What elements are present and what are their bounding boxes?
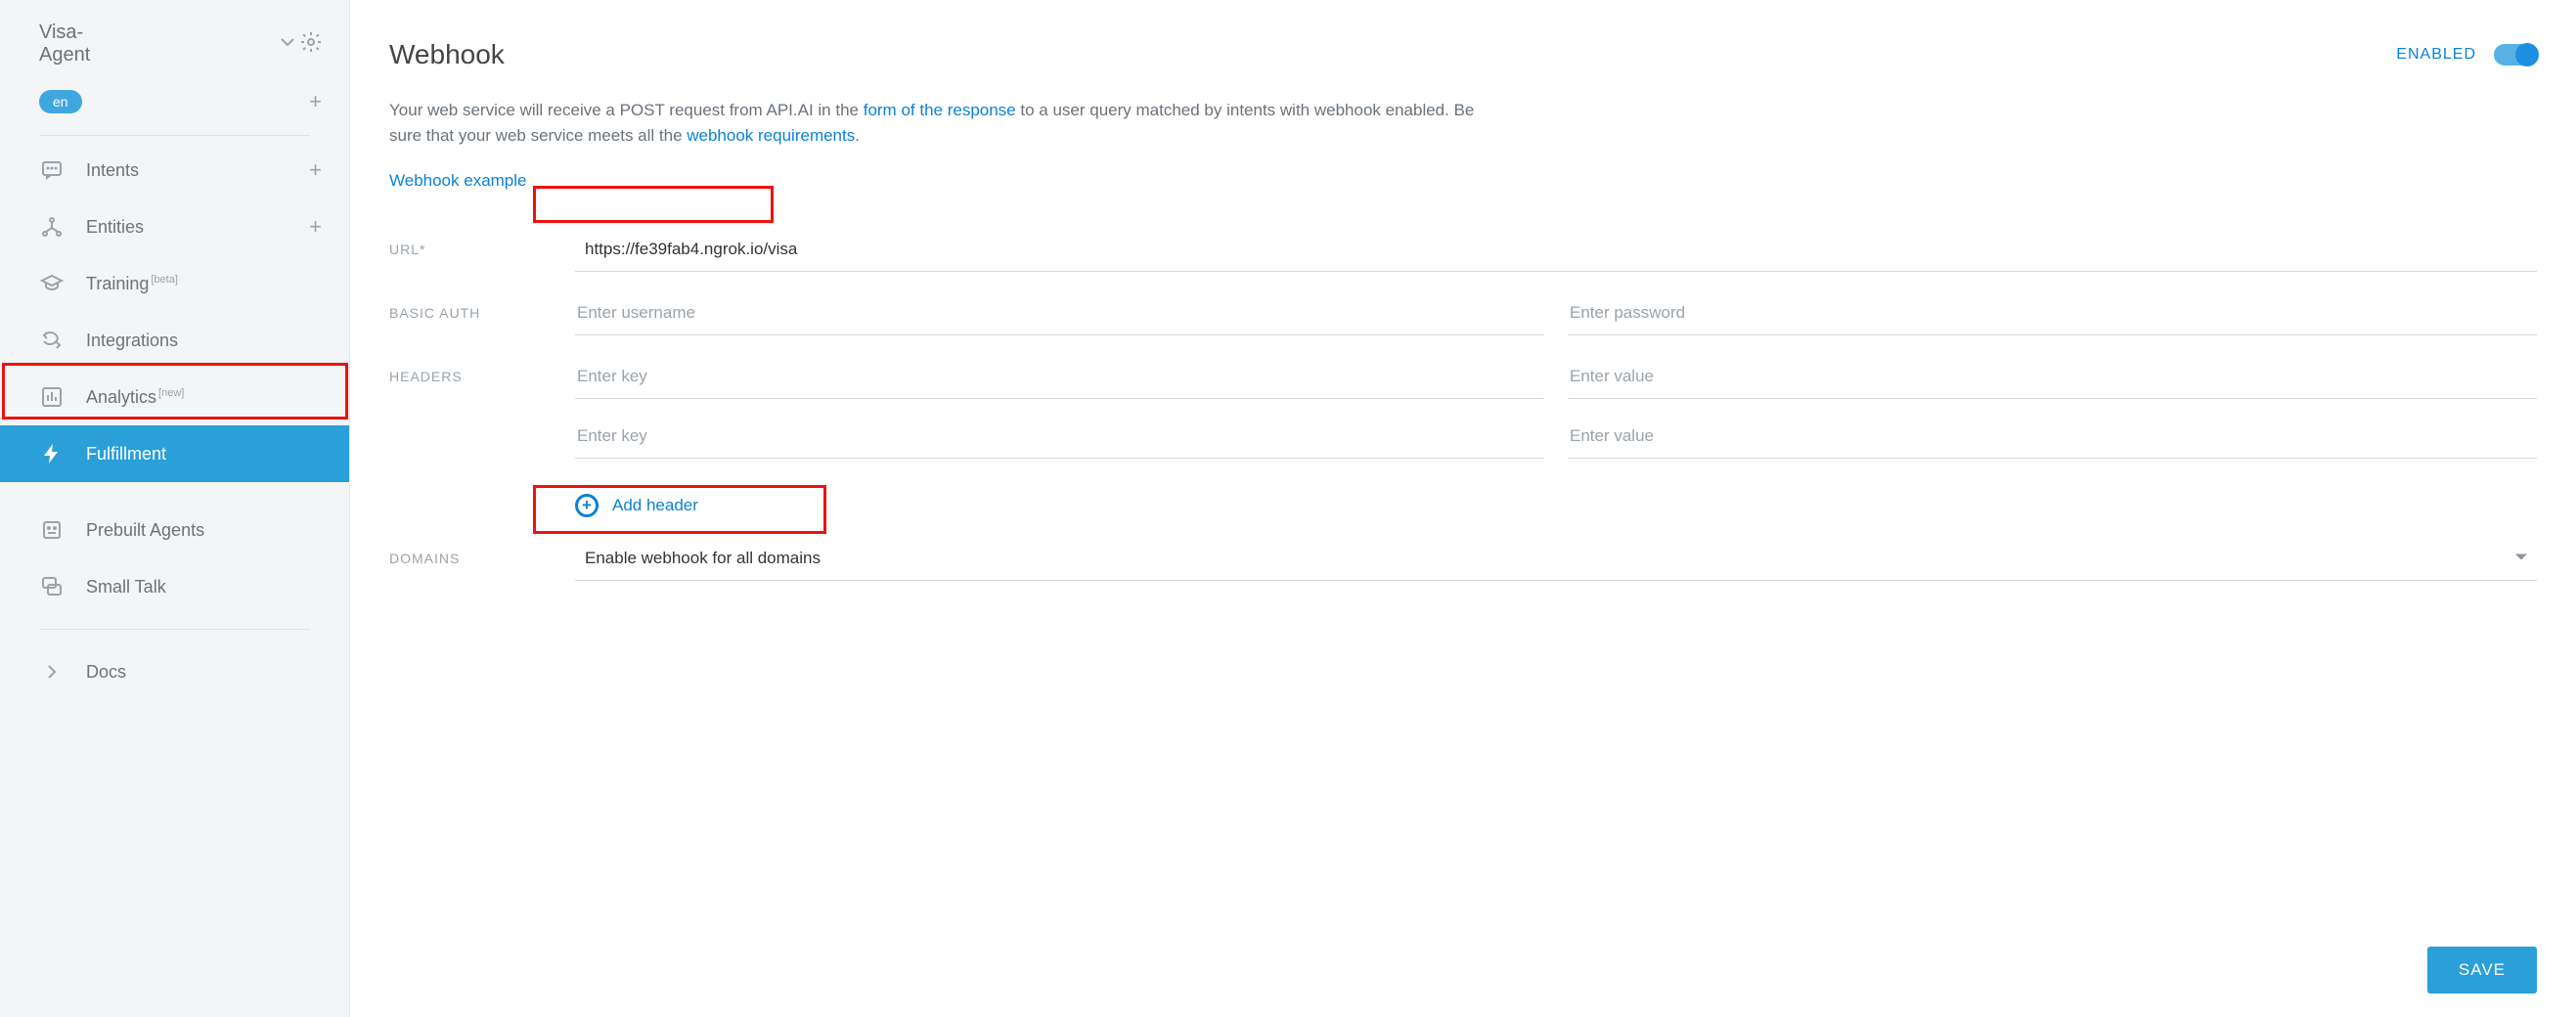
- agent-name-label: Visa-Agent: [39, 22, 90, 66]
- integrations-icon: [39, 328, 65, 353]
- enabled-label: ENABLED: [2396, 46, 2476, 64]
- entities-icon: [39, 214, 65, 240]
- language-pill[interactable]: en: [39, 90, 82, 113]
- form-of-response-link[interactable]: form of the response: [864, 101, 1016, 119]
- sidebar-item-entities[interactable]: Entities +: [0, 199, 349, 255]
- add-icon: +: [575, 494, 599, 517]
- webhook-example-link[interactable]: Webhook example: [389, 171, 527, 191]
- domains-label: DOMAINS: [389, 539, 575, 566]
- sidebar-item-label: Training[beta]: [86, 274, 178, 294]
- sidebar-item-prebuilt-agents[interactable]: Prebuilt Agents: [0, 502, 349, 558]
- page-title: Webhook: [389, 39, 505, 70]
- dropdown-caret-icon: [2509, 545, 2533, 573]
- sidebar-item-label: Intents: [86, 160, 139, 181]
- header-value-field[interactable]: [1568, 417, 2537, 459]
- sidebar-item-small-talk[interactable]: Small Talk: [0, 558, 349, 615]
- save-button[interactable]: SAVE: [2427, 947, 2537, 994]
- sidebar-separator: [39, 629, 310, 630]
- url-input[interactable]: [585, 240, 2535, 259]
- sidebar-item-docs[interactable]: Docs: [0, 643, 349, 700]
- add-intent-button[interactable]: +: [309, 157, 322, 183]
- basic-auth-row: BASIC AUTH: [389, 276, 2537, 339]
- settings-gear-icon[interactable]: [299, 30, 323, 59]
- username-input[interactable]: [577, 303, 1542, 323]
- sidebar-item-label: Prebuilt Agents: [86, 520, 204, 541]
- domains-select[interactable]: Enable webhook for all domains: [575, 539, 2537, 581]
- agent-name[interactable]: Visa-Agent: [39, 22, 90, 66]
- headers-row: HEADERS: [389, 339, 2537, 521]
- sidebar-item-label: Docs: [86, 662, 126, 683]
- language-row: en +: [0, 80, 349, 135]
- password-field[interactable]: [1568, 293, 2537, 335]
- sidebar-item-integrations[interactable]: Integrations: [0, 312, 349, 369]
- basic-auth-label: BASIC AUTH: [389, 293, 575, 321]
- domains-row: DOMAINS Enable webhook for all domains: [389, 521, 2537, 585]
- sidebar-item-label: Integrations: [86, 331, 178, 351]
- header-key-field[interactable]: [575, 357, 1544, 399]
- add-header-button[interactable]: + Add header: [575, 476, 2537, 517]
- headers-label: HEADERS: [389, 357, 575, 384]
- webhook-form: URL* BASIC AUTH HEADERS: [389, 212, 2537, 585]
- add-language-button[interactable]: +: [309, 91, 322, 112]
- webhook-requirements-link[interactable]: webhook requirements: [687, 126, 855, 145]
- language-label: en: [53, 94, 68, 110]
- page-header: Webhook ENABLED: [389, 39, 2537, 70]
- docs-chevron-icon: [39, 659, 65, 685]
- add-header-label: Add header: [612, 496, 698, 515]
- fulfillment-icon: [39, 441, 65, 466]
- header-key-input[interactable]: [577, 426, 1542, 446]
- analytics-icon: [39, 384, 65, 410]
- sidebar-item-training[interactable]: Training[beta]: [0, 255, 349, 312]
- sidebar-item-fulfillment[interactable]: Fulfillment: [0, 425, 349, 482]
- header-key-input[interactable]: [577, 367, 1542, 386]
- header-value-input[interactable]: [1570, 367, 2535, 386]
- sidebar: Visa-Agent en + Intents +: [0, 0, 350, 1017]
- sidebar-item-label: Small Talk: [86, 577, 166, 597]
- sidebar-item-intents[interactable]: Intents +: [0, 142, 349, 199]
- small-talk-icon: [39, 574, 65, 599]
- add-entity-button[interactable]: +: [309, 214, 322, 240]
- sidebar-item-analytics[interactable]: Analytics[new]: [0, 369, 349, 425]
- url-row: URL*: [389, 212, 2537, 276]
- prebuilt-agents-icon: [39, 517, 65, 543]
- agent-dropdown-caret[interactable]: [276, 30, 299, 59]
- username-field[interactable]: [575, 293, 1544, 335]
- intents-icon: [39, 157, 65, 183]
- enabled-toggle-group: ENABLED: [2396, 44, 2537, 66]
- header-value-field[interactable]: [1568, 357, 2537, 399]
- sidebar-item-label: Entities: [86, 217, 144, 238]
- header-value-input[interactable]: [1570, 426, 2535, 446]
- password-input[interactable]: [1570, 303, 2535, 323]
- training-icon: [39, 271, 65, 296]
- agent-selector-row: Visa-Agent: [0, 18, 349, 80]
- domains-value: Enable webhook for all domains: [585, 549, 821, 567]
- url-label: URL*: [389, 230, 575, 257]
- enabled-toggle[interactable]: [2494, 44, 2537, 66]
- url-field[interactable]: [575, 230, 2537, 272]
- sidebar-item-label: Analytics[new]: [86, 387, 184, 408]
- nav: Intents + Entities + Training[beta]: [0, 136, 349, 700]
- intro-text: Your web service will receive a POST req…: [389, 98, 1504, 150]
- sidebar-item-label: Fulfillment: [86, 444, 166, 464]
- main-content: Webhook ENABLED Your web service will re…: [350, 0, 2576, 1017]
- header-key-field[interactable]: [575, 417, 1544, 459]
